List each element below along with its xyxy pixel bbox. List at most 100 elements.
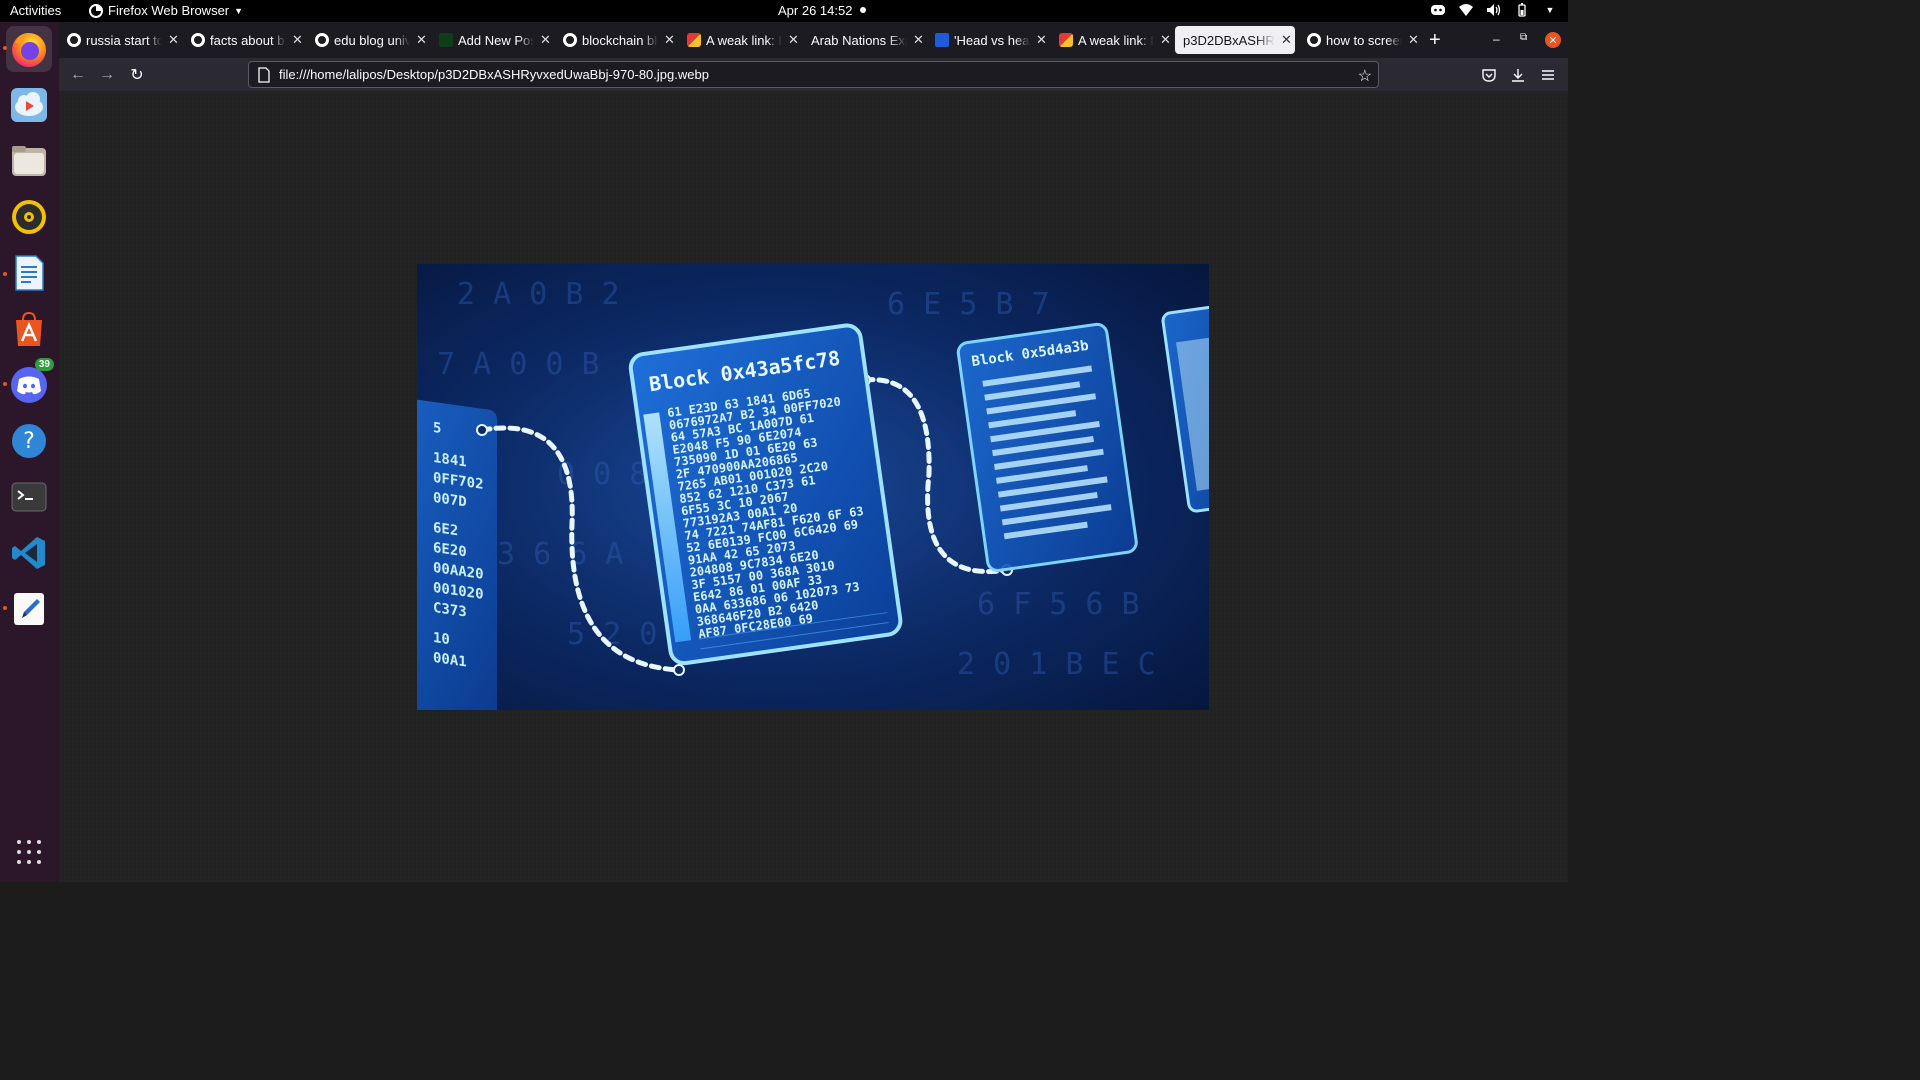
google-favicon [315,33,329,47]
maximize-button[interactable]: ⧉ [1520,32,1527,43]
writer-icon [15,255,44,291]
running-indicator [3,606,7,610]
site-favicon [935,33,949,47]
tab[interactable]: russia start to ✕ [59,26,179,54]
show-applications-button[interactable] [17,840,43,866]
tab[interactable]: edu blog univ ✕ [307,26,427,54]
discord-icon [11,367,47,403]
reload-button[interactable]: ↻ [126,64,148,86]
site-favicon [687,33,701,47]
app-menu[interactable]: Firefox Web Browser ▼ [89,3,243,18]
minimize-button[interactable]: – [1493,32,1500,46]
address-bar[interactable]: ☆ [248,61,1379,88]
blockchain-illustration: 2 A 0 B 2 7 A 0 0 B 6 E 5 B 7 0 0 8 3 6 … [417,264,1209,710]
tab-close-icon[interactable]: ✕ [1408,32,1419,48]
tab-close-icon[interactable]: ✕ [1036,32,1047,48]
tab-close-icon[interactable]: ✕ [416,32,427,48]
tab-close-icon[interactable]: ✕ [1160,32,1171,48]
url-input[interactable] [279,67,1339,82]
tab[interactable]: how to screen ✕ [1299,26,1419,54]
tab-active[interactable]: p3D2DBxASHRyv ✕ [1175,26,1295,54]
dock-item-text-editor[interactable] [6,586,52,632]
svg-text:3 6 6 A: 3 6 6 A [497,537,623,572]
dock-item-rhythmbox[interactable] [6,194,52,240]
dock-item-cloud-video[interactable] [6,82,52,128]
svg-text:10: 10 [433,630,450,648]
svg-text:5: 5 [433,420,441,437]
svg-text:2 A 0 B 2: 2 A 0 B 2 [457,277,620,312]
battery-icon[interactable] [1514,2,1530,18]
dock-item-discord[interactable]: 39 [6,358,54,408]
chevron-down-icon[interactable]: ▼ [1542,2,1558,18]
back-button[interactable]: ← [67,64,89,86]
running-indicator [3,382,7,386]
svg-text:2 0 1 B E C: 2 0 1 B E C [957,647,1156,682]
tab[interactable]: blockchain blo ✕ [555,26,675,54]
dock-item-software[interactable] [6,306,52,352]
tab-close-icon[interactable]: ✕ [664,32,675,48]
firefox-icon [89,3,103,18]
rhythmbox-icon [12,200,46,234]
running-indicator [3,46,7,50]
dock-item-writer[interactable] [6,250,52,296]
wifi-icon[interactable] [1458,2,1474,18]
volume-icon[interactable] [1486,2,1502,18]
tab[interactable]: Arab Nations Exp ✕ [803,26,924,54]
activities-button[interactable]: Activities [10,3,61,18]
system-tray[interactable]: ▼ [1430,2,1558,18]
chevron-down-icon: ▼ [234,5,244,16]
discord-tray-icon[interactable] [1430,2,1446,18]
files-icon [12,146,46,176]
terminal-icon [11,482,47,512]
tab-close-icon[interactable]: ✕ [913,32,924,48]
discord-badge: 39 [34,358,54,371]
close-window-button[interactable]: ✕ [1545,32,1561,48]
svg-text:6 E 5 B 7: 6 E 5 B 7 [887,287,1050,322]
forward-button[interactable]: → [96,64,118,86]
pocket-icon[interactable] [1479,65,1499,85]
system-top-bar: Activities Firefox Web Browser ▼ Apr 26 … [0,0,1568,22]
dock-item-terminal[interactable] [6,474,52,520]
clock[interactable]: Apr 26 14:52 [778,3,852,18]
site-favicon [1059,33,1073,47]
text-editor-icon [14,593,44,625]
google-favicon [191,33,205,47]
blockchain-image: 2 A 0 B 2 7 A 0 0 B 6 E 5 B 7 0 0 8 3 6 … [417,264,1209,710]
help-icon: ? [12,424,46,458]
tab-close-icon[interactable]: ✕ [292,32,303,48]
tab-strip: russia start to ✕ facts about bi ✕ edu b… [59,22,1568,58]
bookmark-star-icon[interactable]: ☆ [1358,66,1372,86]
new-tab-button[interactable]: + [1429,29,1441,52]
tab[interactable]: facts about bi ✕ [183,26,303,54]
dock-item-files[interactable] [6,138,52,184]
downloads-icon[interactable] [1508,65,1528,85]
tab-close-icon[interactable]: ✕ [540,32,551,48]
google-favicon [1307,33,1321,47]
tab-close-icon[interactable]: ✕ [168,32,179,48]
svg-text:6 F 5 6 B: 6 F 5 6 B [977,587,1140,622]
dock: 39 ? [0,22,59,882]
svg-text:?: ? [23,429,35,454]
svg-text:7 A 0 0 B: 7 A 0 0 B [437,347,600,382]
cloud-video-icon [11,88,47,122]
firefox-window: russia start to ✕ facts about bi ✕ edu b… [59,22,1568,882]
vscode-icon [12,537,45,569]
google-favicon [67,33,81,47]
page-viewport: 2 A 0 B 2 7 A 0 0 B 6 E 5 B 7 0 0 8 3 6 … [59,91,1568,882]
firefox-icon [12,33,46,67]
tab[interactable]: 'Head vs heart ✕ [927,26,1047,54]
tab-close-icon[interactable]: ✕ [1281,32,1292,48]
hamburger-menu-icon[interactable] [1538,65,1558,85]
running-indicator [3,272,7,276]
app-menu-label: Firefox Web Browser [108,3,230,18]
tab[interactable]: Add New Post ✕ [431,26,551,54]
dock-item-help[interactable]: ? [6,418,52,464]
dock-item-firefox[interactable] [6,26,52,72]
tab[interactable]: A weak link: Is ✕ [679,26,799,54]
google-favicon [563,33,577,47]
notification-dot [860,7,866,13]
tab[interactable]: A weak link: Is ✕ [1051,26,1171,54]
tab-close-icon[interactable]: ✕ [788,32,799,48]
software-store-icon [16,311,42,346]
dock-item-vscode[interactable] [6,530,52,576]
